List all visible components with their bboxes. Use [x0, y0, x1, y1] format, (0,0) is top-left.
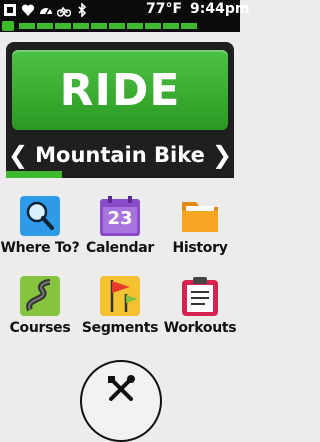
- status-bar: 77°F 9:44pm: [0, 0, 249, 20]
- history-button[interactable]: History: [160, 196, 240, 270]
- workouts-button[interactable]: Workouts: [160, 276, 240, 350]
- where-to-label: Where To?: [0, 240, 80, 256]
- status-icons: [3, 2, 89, 18]
- courses-button[interactable]: Courses: [0, 276, 80, 350]
- where-to-button[interactable]: Where To?: [0, 196, 80, 270]
- next-profile-button[interactable]: ❯: [210, 136, 234, 174]
- speed-sensor-icon: [39, 3, 53, 17]
- segments-button[interactable]: Segments: [80, 276, 160, 350]
- courses-label: Courses: [9, 320, 71, 336]
- calendar-icon: 23: [100, 196, 140, 236]
- search-icon: [20, 196, 60, 236]
- battery-segment: [91, 23, 107, 29]
- battery-segment: [55, 23, 71, 29]
- segments-flag-icon: [100, 276, 140, 316]
- calendar-label: Calendar: [86, 240, 154, 256]
- battery-segment: [109, 23, 125, 29]
- profile-indicator-tab: [178, 171, 234, 178]
- folder-icon: [180, 196, 220, 236]
- battery-segment: [145, 23, 161, 29]
- profile-indicator-tab: [6, 171, 62, 178]
- profile-indicator: [6, 171, 234, 178]
- tools-button[interactable]: [80, 360, 162, 442]
- heart-icon: [21, 3, 35, 17]
- battery-segment: [73, 23, 89, 29]
- activity-profile-name: Mountain Bike: [35, 143, 205, 167]
- profile-indicator-tab: [121, 171, 177, 178]
- activity-profile-selector: ❮ Mountain Bike ❯: [6, 136, 234, 174]
- battery-segment: [127, 23, 143, 29]
- clock-readout: 9:44pm: [190, 1, 250, 17]
- course-map-icon: [20, 276, 60, 316]
- ride-button-label: RIDE: [59, 64, 181, 116]
- cycling-icon: [57, 3, 71, 17]
- battery-segment: [19, 23, 35, 29]
- plug-icon: [2, 21, 14, 31]
- battery-segments: [19, 23, 197, 29]
- battery-segment: [163, 23, 179, 29]
- ride-button[interactable]: RIDE: [12, 50, 228, 130]
- satellite-icon: [3, 3, 17, 17]
- workouts-label: Workouts: [163, 320, 237, 336]
- bluetooth-icon: [75, 3, 89, 17]
- temperature-readout: 77°F: [146, 1, 183, 17]
- battery-bar: [0, 20, 240, 32]
- history-label: History: [172, 240, 228, 256]
- segments-label: Segments: [81, 320, 159, 336]
- calendar-button[interactable]: 23 Calendar: [80, 196, 160, 270]
- activity-panel: RIDE ❮ Mountain Bike ❯: [6, 42, 234, 178]
- battery-segment: [181, 23, 197, 29]
- previous-profile-button[interactable]: ❮: [6, 136, 30, 174]
- clipboard-icon: [180, 276, 220, 316]
- calendar-day-number: 23: [107, 208, 133, 229]
- battery-segment: [37, 23, 53, 29]
- profile-indicator-tab: [63, 171, 119, 178]
